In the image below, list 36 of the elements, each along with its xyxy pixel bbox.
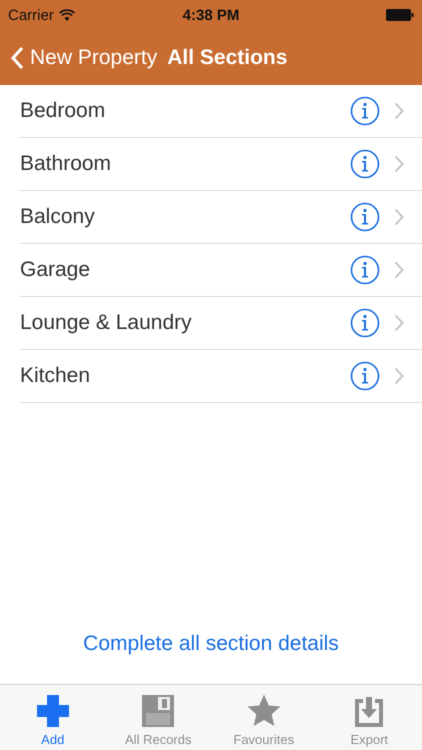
wifi-icon <box>58 9 75 21</box>
status-time: 4:38 PM <box>182 6 240 24</box>
chevron-right-icon <box>394 261 404 279</box>
plus-icon <box>34 693 71 729</box>
section-row[interactable]: Garage <box>20 244 422 297</box>
back-button[interactable]: New Property <box>10 46 158 70</box>
info-icon[interactable] <box>350 96 380 126</box>
info-icon[interactable] <box>350 308 380 338</box>
screen-title: All Sections <box>167 46 288 70</box>
info-icon[interactable] <box>350 361 380 391</box>
section-label: Bedroom <box>20 99 106 123</box>
section-row[interactable]: Kitchen <box>20 350 422 403</box>
chevron-right-icon <box>394 155 404 173</box>
chevron-right-icon <box>394 102 404 120</box>
chevron-right-icon <box>394 314 404 332</box>
complete-details-link[interactable]: Complete all section details <box>83 632 339 656</box>
section-label: Kitchen <box>20 364 92 388</box>
section-label: Balcony <box>20 205 96 229</box>
battery-icon <box>386 9 414 21</box>
section-label: Bathroom <box>20 152 112 176</box>
section-label: Garage <box>20 258 92 282</box>
info-icon[interactable] <box>350 255 380 285</box>
info-icon[interactable] <box>350 202 380 232</box>
section-row[interactable]: Bedroom <box>20 85 422 138</box>
carrier-label: Carrier <box>8 6 54 24</box>
section-row[interactable]: Lounge & Laundry <box>20 297 422 350</box>
star-icon <box>246 693 282 729</box>
section-row[interactable]: Balcony <box>20 191 422 244</box>
chevron-right-icon <box>394 367 404 385</box>
chevron-right-icon <box>394 208 404 226</box>
tab-item[interactable]: Add <box>0 685 106 750</box>
download-tray-icon <box>353 695 386 729</box>
info-icon[interactable] <box>350 149 380 179</box>
section-label: Lounge & Laundry <box>20 311 193 335</box>
section-row[interactable]: Bathroom <box>20 138 422 191</box>
chevron-left-icon <box>10 46 24 70</box>
